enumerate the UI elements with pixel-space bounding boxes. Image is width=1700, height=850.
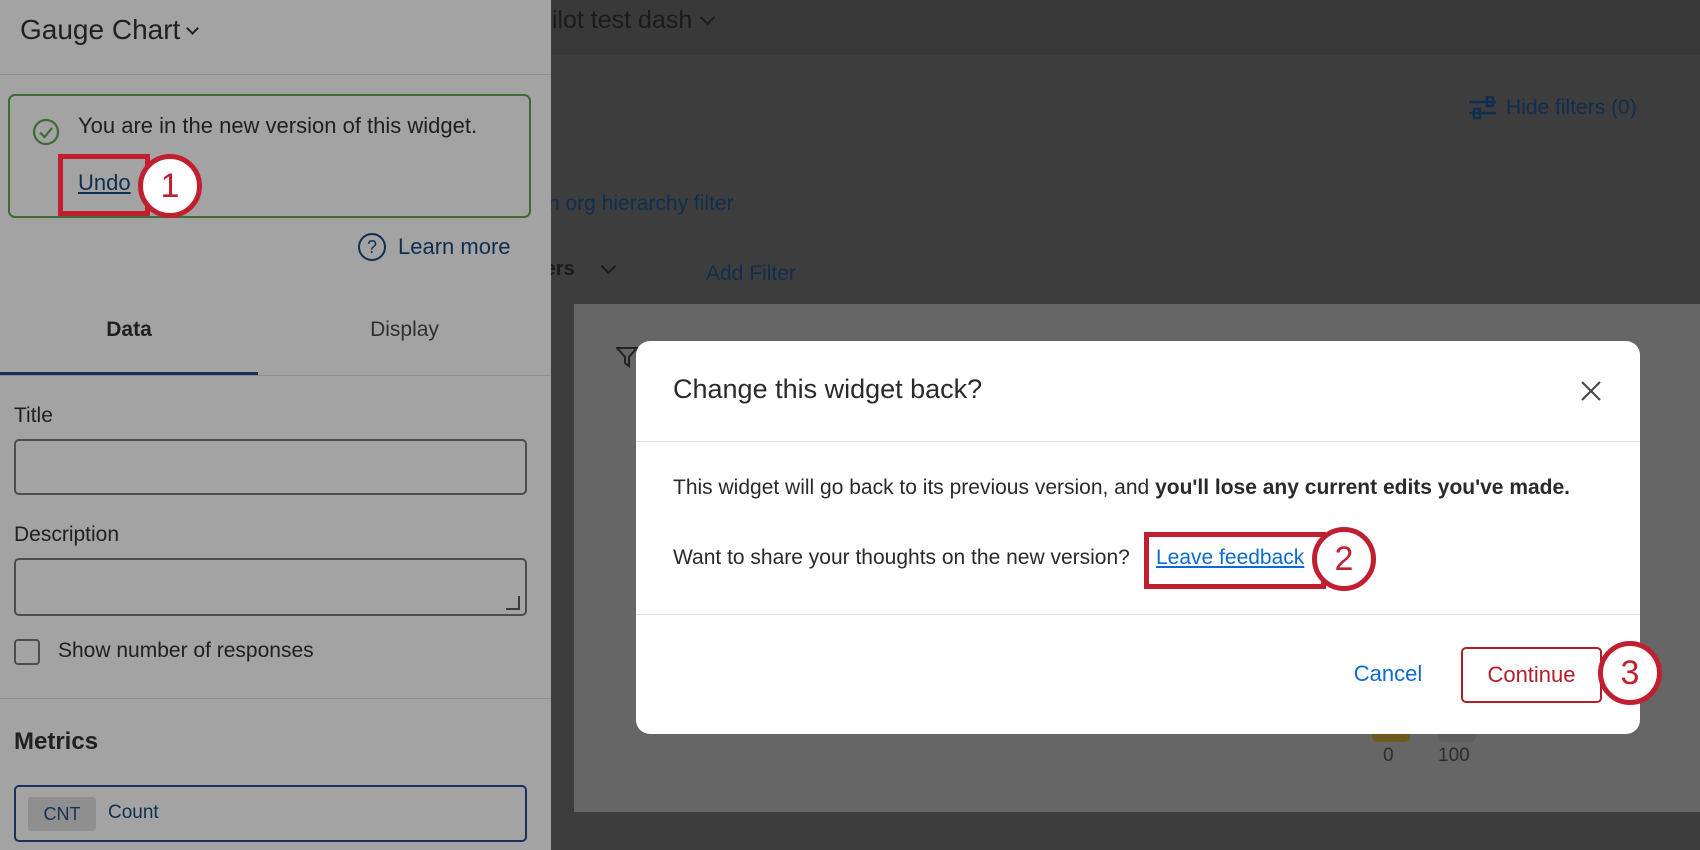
chevron-down-icon (600, 258, 616, 275)
dashboard-topbar (551, 0, 1700, 55)
widget-type-label: Gauge Chart (20, 14, 181, 45)
show-responses-checkbox[interactable] (14, 639, 40, 665)
description-textarea[interactable] (14, 558, 527, 616)
metric-name: Count (108, 802, 159, 823)
dialog-divider (636, 614, 1640, 615)
callout-highlight-1 (58, 154, 150, 216)
dialog-warning-text: This widget will go back to its previous… (673, 476, 1570, 500)
resize-grip-icon[interactable] (506, 596, 520, 610)
dialog-warning-prefix: This widget will go back to its previous… (673, 476, 1156, 499)
hide-filters-label: Hide filters (0) (1506, 96, 1637, 119)
continue-button[interactable]: Continue (1461, 647, 1602, 703)
chevron-down-icon (186, 21, 200, 35)
add-filter-button[interactable]: Add Filter (706, 262, 796, 286)
dialog-divider (636, 441, 1640, 442)
filter-sliders-icon (1469, 96, 1496, 120)
section-divider (0, 698, 551, 699)
learn-more-label: Learn more (398, 234, 511, 259)
tab-display[interactable]: Display (258, 318, 551, 342)
notice-text: You are in the new version of this widge… (78, 113, 478, 138)
tab-divider (0, 375, 551, 376)
chevron-down-icon (699, 9, 716, 25)
title-field-label: Title (14, 404, 53, 427)
tab-data[interactable]: Data (0, 318, 258, 342)
callout-highlight-2 (1144, 532, 1326, 589)
learn-more-link[interactable]: ? Learn more (358, 233, 511, 261)
gauge-min-label: 0 (1383, 745, 1394, 766)
dialog-warning-emphasis: you'll lose any current edits you've mad… (1155, 476, 1571, 499)
org-hierarchy-filter-link[interactable]: n org hierarchy filter (548, 192, 734, 216)
cancel-button[interactable]: Cancel (1340, 647, 1436, 701)
dialog-title: Change this widget back? (673, 374, 983, 404)
title-input[interactable] (14, 439, 527, 495)
widget-type-selector[interactable]: Gauge Chart (20, 14, 200, 46)
callout-number-3: 3 (1598, 641, 1662, 705)
metric-badge: CNT (28, 797, 96, 831)
description-field-label: Description (14, 523, 120, 546)
feedback-prompt: Want to share your thoughts on the new v… (673, 546, 1130, 569)
help-icon: ? (358, 233, 386, 261)
check-circle-icon (32, 118, 60, 146)
callout-number-1: 1 (138, 154, 202, 218)
dashboard-title-text: pilot test dash (538, 5, 693, 34)
show-responses-label: Show number of responses (58, 639, 314, 662)
gauge-max-label: 100 (1438, 745, 1470, 766)
metrics-heading: Metrics (14, 728, 99, 755)
close-icon[interactable] (1576, 376, 1606, 406)
funnel-icon (614, 346, 640, 373)
callout-number-2: 2 (1312, 527, 1376, 591)
dashboard-title[interactable]: pilot test dash (538, 2, 716, 38)
hide-filters-button[interactable]: Hide filters (0) (1468, 96, 1637, 120)
